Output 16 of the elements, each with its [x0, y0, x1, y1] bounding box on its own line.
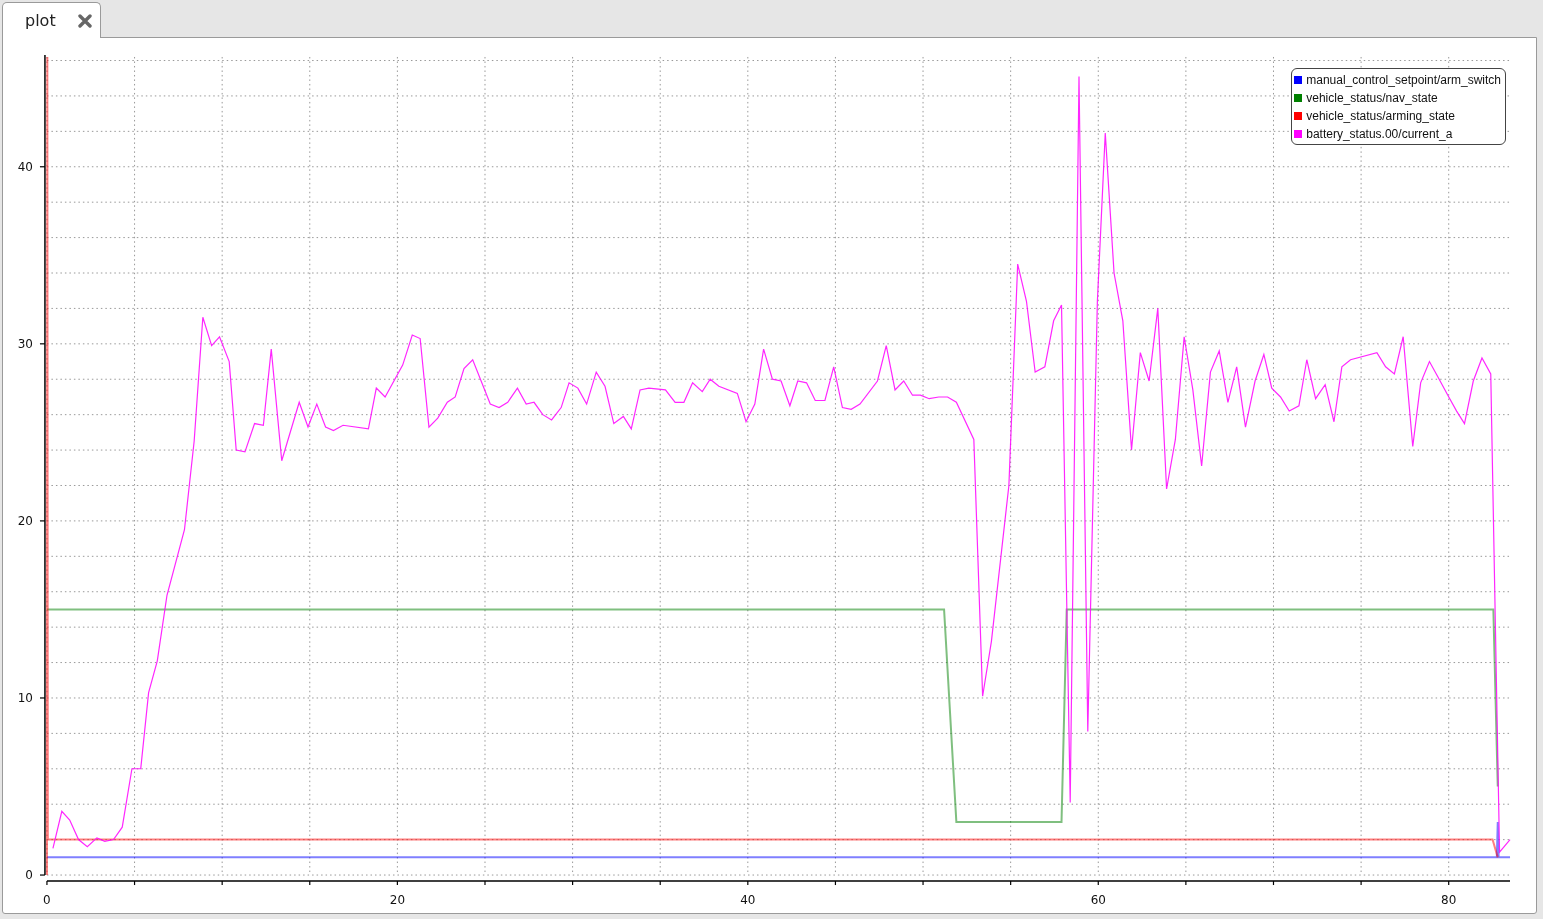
legend-label: vehicle_status/arming_state: [1306, 109, 1455, 123]
tick-label: 0: [25, 868, 33, 883]
tab[interactable]: plot: [2, 2, 101, 38]
legend-label: manual_control_setpoint/arm_switch: [1306, 73, 1501, 87]
tick-label: 20: [389, 893, 405, 907]
tick-label: 20: [17, 513, 33, 528]
tick-label: 40: [17, 159, 33, 174]
tick-label: 0: [43, 893, 51, 907]
tick-label: 10: [17, 690, 33, 705]
tick-label: 30: [17, 336, 33, 351]
tick-label: 40: [740, 893, 756, 907]
tick-label: 60: [1090, 893, 1106, 907]
close-icon[interactable]: [77, 13, 92, 28]
legend-label: vehicle_status/nav_state: [1306, 91, 1438, 105]
legend-label: battery_status.00/current_a: [1306, 127, 1453, 141]
tick-label: 80: [1441, 893, 1457, 907]
